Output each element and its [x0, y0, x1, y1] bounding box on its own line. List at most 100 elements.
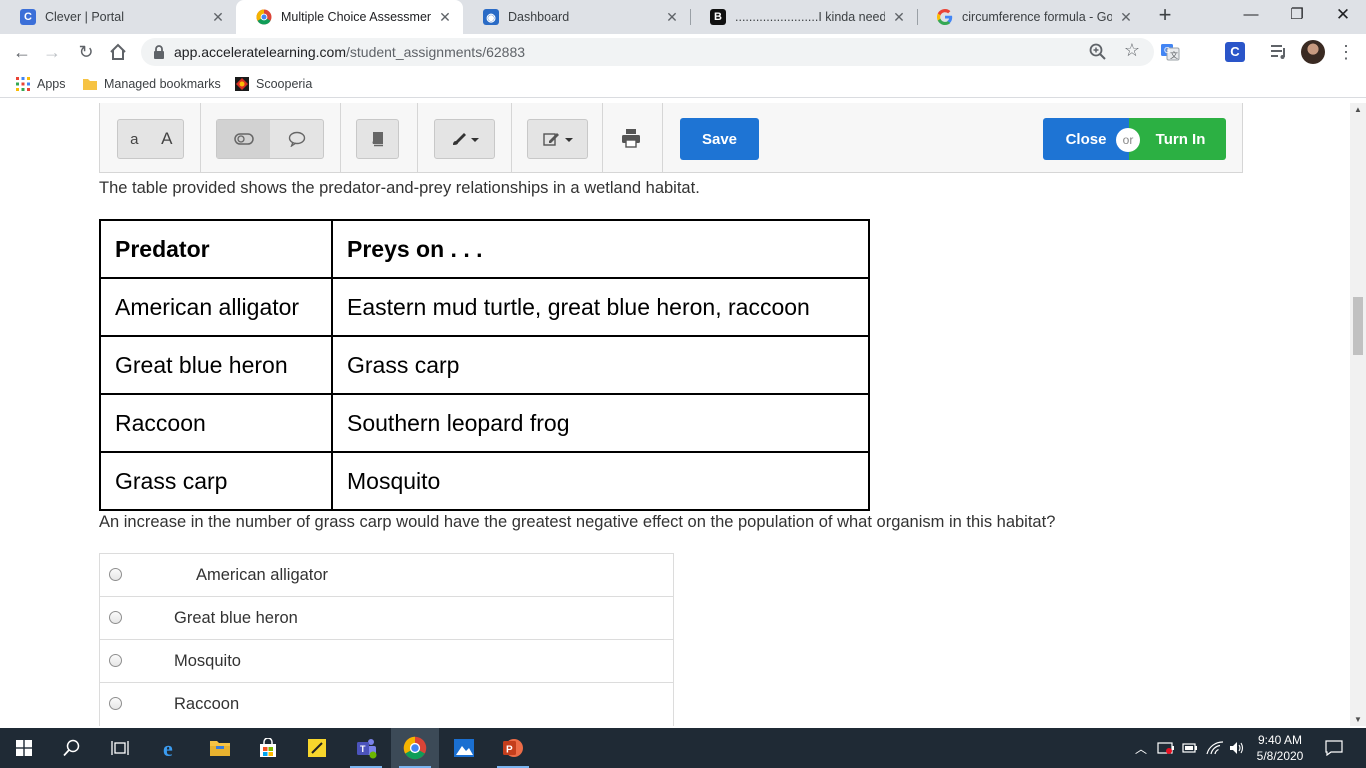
volume-icon[interactable]	[1227, 728, 1247, 768]
comment-tool-button[interactable]	[270, 120, 323, 158]
bookmark-apps[interactable]: Apps	[15, 76, 66, 92]
windows-taskbar: e T P ︿ 9:40 AM 5/8/2020	[0, 728, 1366, 768]
tab-google-search[interactable]: circumference formula - Goog ✕	[917, 0, 1144, 34]
tab-dashboard[interactable]: ◉ Dashboard ✕	[463, 0, 690, 34]
tab-title: ........................I kinda need he	[735, 10, 885, 24]
tab-brainly[interactable]: B ........................I kinda need h…	[690, 0, 917, 34]
scooperia-icon	[235, 77, 249, 91]
close-tab-icon[interactable]: ✕	[437, 9, 453, 26]
answer-choices: American alligator Great blue heron Mosq…	[99, 553, 674, 726]
media-queue-icon[interactable]	[1269, 42, 1289, 62]
powerpoint-icon: P	[503, 739, 523, 757]
radio-button[interactable]	[109, 568, 122, 581]
choice-label: Mosquito	[174, 652, 241, 670]
bookmark-label: Apps	[37, 77, 66, 91]
task-view-button[interactable]	[96, 728, 144, 768]
lock-icon	[154, 45, 164, 59]
toolbar-divider	[662, 103, 663, 173]
scroll-down-arrow-icon[interactable]: ▼	[1350, 715, 1366, 724]
start-button[interactable]	[0, 728, 48, 768]
clever-extension-icon[interactable]: C	[1225, 42, 1245, 62]
bookmarks-bar: Apps Managed bookmarks Scooperia	[0, 70, 1366, 98]
clock-date: 5/8/2020	[1256, 749, 1304, 763]
scrollbar-thumb[interactable]	[1353, 297, 1363, 355]
folder-icon	[83, 79, 97, 90]
save-button[interactable]: Save	[680, 118, 759, 160]
file-explorer-taskbar-button[interactable]	[196, 728, 244, 768]
answer-choice[interactable]: American alligator	[100, 554, 673, 597]
notebook-icon	[372, 132, 383, 147]
annotate-dropdown[interactable]	[528, 120, 587, 158]
paintbrush-icon	[452, 133, 479, 145]
teams-taskbar-button[interactable]: T	[342, 728, 390, 768]
photos-taskbar-button[interactable]	[440, 728, 488, 768]
restore-icon[interactable]: ❐	[1274, 0, 1320, 30]
close-tab-icon[interactable]: ✕	[664, 9, 680, 26]
home-icon[interactable]	[106, 40, 130, 64]
answer-choice[interactable]: Mosquito	[100, 640, 673, 683]
forward-arrow-icon[interactable]: →	[40, 40, 64, 64]
translate-extension-icon[interactable]: G文	[1160, 42, 1180, 62]
prey-cell: Eastern mud turtle, great blue heron, ra…	[331, 277, 870, 337]
assessment-page: a A Save Close Turn In or The table prov…	[0, 103, 1350, 726]
tab-clever-portal[interactable]: C Clever | Portal ✕	[0, 0, 236, 34]
radio-button[interactable]	[109, 654, 122, 667]
wifi-icon[interactable]	[1204, 728, 1226, 768]
reload-icon[interactable]: ↻	[74, 40, 98, 64]
highlighter-dropdown[interactable]	[435, 120, 494, 158]
toolbar-divider	[340, 103, 341, 173]
predator-prey-table: Predator Preys on . . . American alligat…	[99, 219, 870, 511]
menu-kebab-icon[interactable]: ⋮	[1334, 40, 1358, 64]
notifications-icon[interactable]	[1320, 728, 1348, 768]
print-icon[interactable]	[621, 128, 641, 148]
radio-button[interactable]	[109, 611, 122, 624]
close-tab-icon[interactable]: ✕	[210, 9, 226, 26]
battery-warning-icon[interactable]	[1155, 728, 1177, 768]
show-hidden-icons-chevron-icon[interactable]: ︿	[1130, 728, 1152, 768]
apps-grid-icon	[16, 77, 30, 91]
sticky-notes-taskbar-button[interactable]	[293, 728, 341, 768]
toolbar-divider	[200, 103, 201, 173]
edge-taskbar-button[interactable]: e	[148, 728, 196, 768]
turn-in-button[interactable]: Turn In	[1129, 118, 1226, 160]
answer-choice[interactable]: Raccoon	[100, 683, 673, 726]
back-arrow-icon[interactable]: ←	[10, 40, 34, 64]
address-bar[interactable]: app.acceleratelearning.com/student_assig…	[141, 38, 1154, 66]
minimize-icon[interactable]: —	[1228, 0, 1274, 30]
or-separator: or	[1116, 128, 1140, 152]
window-close-icon[interactable]: ✕	[1320, 0, 1366, 30]
tab-multiple-choice-assessment[interactable]: Multiple Choice Assessment fr ✕	[236, 0, 463, 34]
store-taskbar-button[interactable]	[244, 728, 292, 768]
predator-cell: Raccoon	[99, 393, 333, 453]
close-tab-icon[interactable]: ✕	[1118, 9, 1134, 26]
eliminator-tool-button[interactable]	[217, 120, 270, 158]
system-clock[interactable]: 9:40 AM 5/8/2020	[1250, 732, 1310, 764]
photos-icon	[454, 739, 474, 757]
bookmark-star-icon[interactable]: ☆	[1124, 40, 1140, 61]
chrome-taskbar-button[interactable]	[391, 728, 439, 768]
font-decrease-button[interactable]: a	[118, 120, 151, 158]
notebook-button[interactable]	[357, 120, 398, 158]
answer-choice[interactable]: Great blue heron	[100, 597, 673, 640]
font-increase-button[interactable]: A	[151, 120, 184, 158]
page-scrollbar[interactable]: ▲ ▼	[1350, 103, 1366, 726]
scroll-up-arrow-icon[interactable]: ▲	[1350, 105, 1366, 114]
radio-button[interactable]	[109, 697, 122, 710]
column-header: Preys on . . .	[331, 219, 870, 279]
assessment-toolbar: a A Save Close Turn In or	[99, 103, 1243, 173]
bookmark-managed-bookmarks[interactable]: Managed bookmarks	[82, 76, 221, 92]
close-tab-icon[interactable]: ✕	[891, 9, 907, 26]
eliminator-icon	[233, 133, 254, 145]
folder-icon	[210, 741, 230, 756]
new-tab-plus-icon[interactable]: +	[1154, 4, 1176, 28]
zoom-icon[interactable]	[1088, 42, 1108, 62]
power-plug-icon[interactable]	[1180, 728, 1202, 768]
powerpoint-taskbar-button[interactable]: P	[489, 728, 537, 768]
bookmark-scooperia[interactable]: Scooperia	[234, 76, 312, 92]
bookmark-label: Scooperia	[256, 77, 313, 91]
predator-cell: Great blue heron	[99, 335, 333, 395]
tab-title: Multiple Choice Assessment fr	[281, 10, 431, 24]
profile-avatar[interactable]	[1301, 40, 1325, 64]
search-button[interactable]	[48, 728, 96, 768]
svg-text:e: e	[163, 737, 173, 759]
